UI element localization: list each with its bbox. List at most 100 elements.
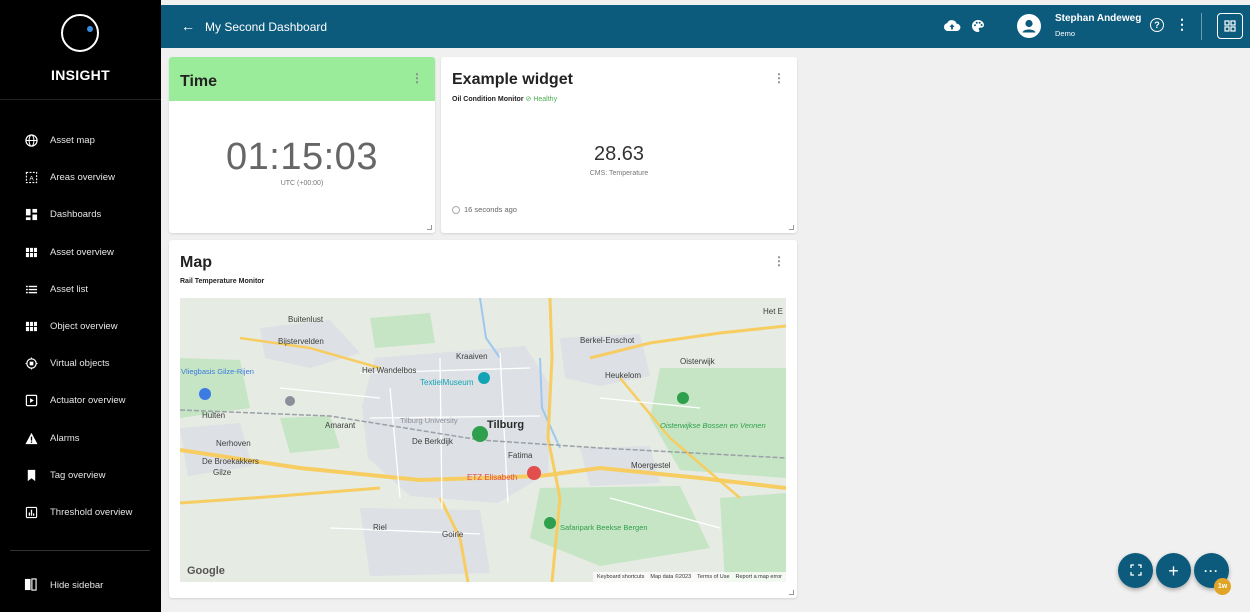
clock-icon xyxy=(452,205,460,214)
time-timezone: UTC (+00:00) xyxy=(280,180,324,187)
hide-sidebar-icon xyxy=(24,578,38,592)
map-label: Nerhoven xyxy=(216,439,251,448)
map-label: Bijstervelden xyxy=(278,337,324,346)
map-label: Buitenlust xyxy=(288,315,324,324)
map-label: Safaripark Beekse Bergen xyxy=(560,523,648,532)
map-label: ETZ Elisabeth xyxy=(467,473,517,482)
map-label: Berkel-Enschot xyxy=(580,336,635,345)
sidebar-item-label: Virtual objects xyxy=(50,358,110,370)
map-widget: Map ⋮ Rail Temperature Monitor Buitenlus… xyxy=(169,240,797,598)
resize-handle-icon[interactable] xyxy=(789,590,794,595)
sidebar-item-dashboards[interactable]: Dashboards xyxy=(0,196,161,233)
time-widget-header: Time ⋮ xyxy=(169,57,435,101)
resize-handle-icon[interactable] xyxy=(427,225,432,230)
plus-icon: + xyxy=(1168,560,1179,581)
more-horiz-icon: ··· xyxy=(1204,563,1219,578)
sidebar-item-asset-map[interactable]: Asset map xyxy=(0,122,161,159)
user-avatar-icon[interactable] xyxy=(1017,14,1041,38)
add-widget-button[interactable]: + xyxy=(1156,553,1191,588)
map-data-text: Map data ©2023 xyxy=(650,574,692,580)
sidebar-item-label: Actuator overview xyxy=(50,395,126,407)
apps-grid-icon[interactable] xyxy=(1217,13,1243,39)
actuator-icon xyxy=(24,394,38,408)
map-label: TextielMuseum xyxy=(420,378,474,387)
sidebar-item-asset-overview[interactable]: Asset overview xyxy=(0,234,161,271)
user-role: Demo xyxy=(1055,29,1076,38)
fullscreen-icon xyxy=(1129,563,1142,579)
map-label: Tilburg University xyxy=(400,416,458,425)
sidebar-item-label: Object overview xyxy=(50,321,118,333)
example-widget: Example widget ⋮ Oil Condition Monitor ⊘… xyxy=(441,57,797,233)
map-label: Het Wandelbos xyxy=(362,366,416,375)
more-vert-icon[interactable]: ⋮ xyxy=(1175,16,1189,33)
sidebar-item-label: Dashboards xyxy=(50,209,102,221)
sidebar-item-label: Alarms xyxy=(50,432,80,444)
widget-title: Time xyxy=(180,73,218,90)
grid-icon xyxy=(24,245,38,259)
sidebar-item-asset-list[interactable]: Asset list xyxy=(0,271,161,308)
map-label: Oisterwijkse Bossen en Vennen xyxy=(660,421,766,430)
topbar-separator xyxy=(1201,13,1202,40)
map-label: Het E xyxy=(763,307,783,316)
widget-menu-icon[interactable]: ⋮ xyxy=(773,254,785,268)
globe-icon xyxy=(24,134,38,148)
sidebar-item-label: Asset map xyxy=(50,135,95,147)
sidebar-item-virtual-objects[interactable]: Virtual objects xyxy=(0,345,161,382)
user-name[interactable]: Stephan Andeweg xyxy=(1055,13,1141,24)
status-text: Healthy xyxy=(533,96,558,103)
fullscreen-button[interactable] xyxy=(1118,553,1153,588)
map-label: Oisterwijk xyxy=(680,357,716,366)
chip-icon xyxy=(24,357,38,371)
brand-name: INSIGHT xyxy=(51,67,110,83)
keyboard-shortcuts-link[interactable]: Keyboard shortcuts xyxy=(597,574,644,580)
widget-menu-icon[interactable]: ⋮ xyxy=(411,71,423,85)
terms-link[interactable]: Terms of Use xyxy=(697,574,729,580)
map-label: Hulten xyxy=(202,411,225,420)
help-icon[interactable]: ? xyxy=(1150,18,1164,32)
sidebar: INSIGHT Asset map A Areas overview Dashb… xyxy=(0,0,161,612)
sidebar-divider xyxy=(10,550,150,551)
sensor-label: CMS: Temperature xyxy=(589,170,649,177)
notification-badge: 1w xyxy=(1214,578,1231,595)
sidebar-item-threshold-overview[interactable]: Threshold overview xyxy=(0,494,161,531)
asset-name: Oil Condition Monitor xyxy=(452,96,524,103)
map-label: De Berkdijk xyxy=(412,437,454,446)
sidebar-item-alarms[interactable]: Alarms xyxy=(0,420,161,457)
map-label: Fatima xyxy=(508,451,533,460)
widget-title: Map xyxy=(180,254,212,271)
dashboard-title: My Second Dashboard xyxy=(205,20,328,34)
sidebar-item-areas-overview[interactable]: A Areas overview xyxy=(0,159,161,196)
map-label: Moergestel xyxy=(631,461,671,470)
widget-menu-icon[interactable]: ⋮ xyxy=(773,71,785,85)
last-updated-text: 16 seconds ago xyxy=(464,205,517,214)
bar-chart-icon xyxy=(24,505,38,519)
time-value: 01:15:03 xyxy=(226,136,378,178)
sidebar-nav: Asset map A Areas overview Dashboards As… xyxy=(0,122,161,531)
map-label: Goirle xyxy=(442,530,464,539)
map-label: Riel xyxy=(373,523,387,532)
bookmark-icon xyxy=(24,468,38,482)
palette-icon[interactable] xyxy=(971,19,985,38)
sidebar-item-actuator-overview[interactable]: Actuator overview xyxy=(0,382,161,419)
resize-handle-icon[interactable] xyxy=(789,225,794,230)
time-widget: Time ⋮ 01:15:03 UTC (+00:00) xyxy=(169,57,435,233)
map-label: Amarant xyxy=(325,421,356,430)
sidebar-item-label: Threshold overview xyxy=(50,506,133,518)
sidebar-item-object-overview[interactable]: Object overview xyxy=(0,308,161,345)
report-error-link[interactable]: Report a map error xyxy=(736,574,782,580)
widget-subtitle: Rail Temperature Monitor xyxy=(180,278,265,285)
map-canvas[interactable]: Buitenlust Bijstervelden Kraaiven Berkel… xyxy=(180,298,786,582)
map-label: Kraaiven xyxy=(456,352,488,361)
back-arrow-icon[interactable]: ← xyxy=(181,18,195,34)
cloud-upload-icon[interactable] xyxy=(943,19,961,37)
map-label: De Broekakkers xyxy=(202,457,259,466)
sidebar-item-tag-overview[interactable]: Tag overview xyxy=(0,457,161,494)
google-logo: Google xyxy=(187,565,225,577)
dashboard-icon xyxy=(24,208,38,222)
sidebar-item-label: Areas overview xyxy=(50,172,115,184)
sidebar-item-label: Asset list xyxy=(50,283,89,295)
hide-sidebar-button[interactable]: Hide sidebar xyxy=(24,578,103,592)
logo[interactable]: INSIGHT xyxy=(0,0,161,100)
map-label: Heukelom xyxy=(605,371,641,380)
hide-sidebar-label: Hide sidebar xyxy=(50,579,104,591)
